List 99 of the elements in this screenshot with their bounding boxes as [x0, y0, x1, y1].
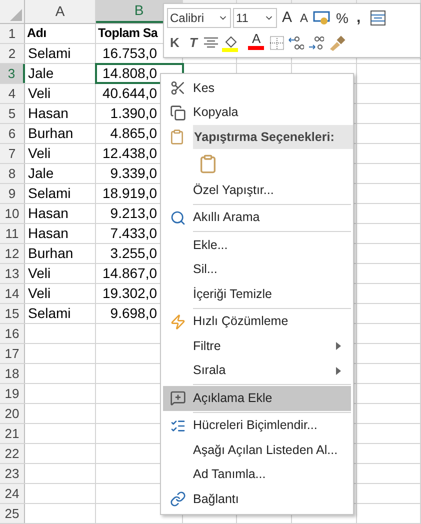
menu-item[interactable]: Akıllı Arama: [163, 206, 351, 230]
menu-item[interactable]: Hızlı Çözümleme: [163, 310, 351, 334]
menu-item[interactable]: Ad Tanımla...: [163, 462, 351, 487]
table-cell-text: 1.390,0: [110, 104, 157, 123]
comment-plus-icon: [170, 390, 186, 406]
select-all-icon: [10, 9, 22, 21]
paintbrush-icon: [328, 35, 346, 51]
table-cell-text: Hasan: [28, 104, 68, 123]
menu-item[interactable]: Sil...: [163, 258, 351, 282]
row-header[interactable]: 23: [0, 464, 25, 483]
menu-item[interactable]: Hücreleri Biçimlendir...: [163, 414, 351, 438]
menu-item[interactable]: Bağlantı: [163, 487, 351, 512]
table-cell-text: Jale: [28, 164, 54, 183]
row-header[interactable]: 13: [0, 264, 25, 283]
lightning-icon: [170, 314, 186, 330]
scissors-icon: [170, 80, 186, 96]
table-cell-text: 9.339,0: [110, 164, 157, 183]
menu-item[interactable]: Kopyala: [163, 100, 351, 125]
row-header[interactable]: 10: [0, 204, 25, 223]
row-header[interactable]: 21: [0, 424, 25, 443]
section-header: Yapıştırma Seçenekleri:: [193, 125, 353, 149]
table-cell-text: 4.865,0: [110, 124, 157, 143]
list-icon: [170, 418, 186, 434]
font-color-button[interactable]: A: [246, 32, 266, 54]
row-header[interactable]: 5: [0, 104, 25, 123]
table-cell-text: 19.302,0: [102, 284, 157, 303]
menu-item[interactable]: Sırala: [163, 358, 351, 383]
align-center-icon: [204, 37, 218, 49]
row-header[interactable]: 7: [0, 144, 25, 163]
column-width-icon: [370, 10, 386, 26]
row-header[interactable]: 16: [0, 324, 25, 343]
row-header[interactable]: 8: [0, 164, 25, 183]
table-cell-text: Hasan: [28, 204, 68, 223]
menu-item[interactable]: Açıklama Ekle: [163, 386, 351, 410]
table-cell-text: 16.753,0: [102, 44, 157, 63]
clipboard-icon: [198, 154, 218, 174]
row-header[interactable]: 18: [0, 364, 25, 383]
table-cell-text: 9.213,0: [110, 204, 157, 223]
table-cell-text: Burhan: [28, 244, 74, 263]
menu-item[interactable]: Ekle...: [163, 233, 351, 258]
row-header[interactable]: 9: [0, 184, 25, 203]
table-cell-text: Veli: [28, 284, 51, 303]
borders-icon: [270, 36, 284, 50]
currency-icon: [313, 11, 332, 25]
menu-item[interactable]: Aşağı Açılan Listeden Al...: [163, 438, 351, 462]
table-cell-text: 40.644,0: [102, 84, 157, 103]
table-cell-text: Adı: [27, 25, 46, 42]
grow-font-button[interactable]: A: [279, 7, 296, 29]
row-header[interactable]: 19: [0, 384, 25, 403]
table-cell-text: Burhan: [28, 124, 74, 143]
column-header[interactable]: A: [55, 1, 65, 22]
table-cell-text: Selami: [28, 44, 71, 63]
table-cell-text: 7.433,0: [110, 224, 157, 243]
table-cell-text: Selami: [28, 304, 71, 323]
row-header[interactable]: 1: [0, 24, 25, 43]
table-cell-text: Hasan: [28, 224, 68, 243]
menu-item[interactable]: İçeriği Temizle: [163, 282, 351, 306]
row-header[interactable]: 12: [0, 244, 25, 263]
link-icon: [170, 491, 186, 508]
row-header[interactable]: 25: [0, 504, 25, 523]
bold-button[interactable]: K: [167, 32, 182, 54]
font-name-dropdown[interactable]: Calibri: [167, 8, 231, 28]
decimal-decrease-icon: [308, 35, 324, 51]
row-header[interactable]: 14: [0, 284, 25, 303]
table-cell-text: Veli: [28, 84, 51, 103]
table-cell-text: 14.867,0: [102, 264, 157, 283]
row-header[interactable]: 4: [0, 84, 25, 103]
font-size-dropdown[interactable]: 11: [233, 8, 277, 28]
table-cell-text: 14.808,0: [102, 64, 157, 83]
row-header[interactable]: 24: [0, 484, 25, 503]
table-cell-text: Toplam Sa: [98, 25, 158, 42]
search-icon: [170, 210, 186, 226]
percent-button[interactable]: %: [333, 7, 352, 29]
table-cell-text: Selami: [28, 184, 71, 203]
table-cell-text: Veli: [28, 264, 51, 283]
column-header[interactable]: B: [134, 0, 144, 21]
table-cell-text: 3.255,0: [110, 244, 157, 263]
italic-button[interactable]: T: [186, 32, 200, 54]
row-header[interactable]: 3: [0, 64, 25, 83]
row-header[interactable]: 20: [0, 404, 25, 423]
clipboard-icon: [169, 129, 185, 145]
menu-item[interactable]: Kes: [163, 76, 351, 100]
row-header[interactable]: 15: [0, 304, 25, 323]
comma-button[interactable]: ,: [353, 7, 364, 29]
table-cell-text: Veli: [28, 144, 51, 163]
row-header[interactable]: 17: [0, 344, 25, 363]
decimal-increase-icon: [288, 35, 304, 51]
row-header[interactable]: 6: [0, 124, 25, 143]
row-header[interactable]: 22: [0, 444, 25, 463]
shrink-font-button[interactable]: A: [297, 7, 312, 29]
table-cell-text: 18.919,0: [102, 184, 157, 203]
table-cell-text: Jale: [28, 64, 54, 83]
menu-item[interactable]: Özel Yapıştır...: [163, 178, 351, 202]
table-cell-text: 9.698,0: [110, 304, 157, 323]
row-header[interactable]: 2: [0, 44, 25, 63]
copy-icon: [170, 104, 186, 121]
row-header[interactable]: 11: [0, 224, 25, 243]
menu-item[interactable]: Filtre: [163, 334, 351, 358]
table-cell-text: 12.438,0: [102, 144, 157, 163]
